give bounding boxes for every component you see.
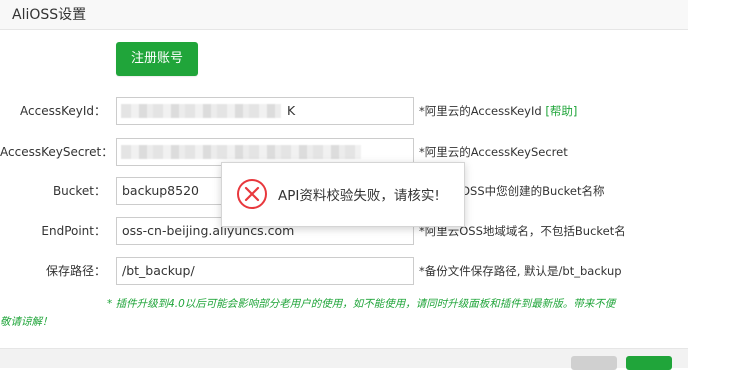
upgrade-notice: * 插件升级到4.0以后可能会影响部分老用户的使用，如不能使用，请同时升级面板和… (107, 298, 616, 310)
toast-message: API资料校验失败，请核实! (278, 188, 440, 204)
access-key-secret-label: AccessKeySecret： (0, 145, 114, 159)
save-button[interactable] (626, 356, 672, 370)
access-key-id-label: AccessKeyId： (20, 104, 106, 118)
register-account-button[interactable]: 注册账号 (116, 42, 198, 76)
error-toast: API资料校验失败，请核实! (221, 162, 465, 227)
upgrade-notice-cont: 敬请谅解！ (0, 316, 53, 328)
access-key-id-hint-text: *阿里云的AccessKeyId (419, 104, 542, 118)
access-key-id-hint: *阿里云的AccessKeyId [帮助] (419, 97, 577, 125)
error-circle-icon (237, 179, 267, 209)
save-path-hint: *备份文件保存路径, 默认是/bt_backup (419, 264, 622, 278)
bucket-label: Bucket： (52, 184, 106, 198)
dialog-titlebar[interactable]: AliOSS设置 (0, 0, 688, 30)
close-button[interactable] (571, 356, 617, 370)
access-key-id-input[interactable]: K (116, 97, 414, 125)
help-link[interactable]: [帮助] (545, 104, 577, 118)
access-key-id-tail: K (287, 103, 296, 118)
masked-value (121, 104, 281, 118)
endpoint-label: EndPoint： (41, 224, 106, 238)
save-path-input[interactable]: /bt_backup/ (116, 257, 414, 285)
dialog-title: AliOSS设置 (12, 7, 87, 23)
bucket-hint: OSS中您创建的Bucket名称 (461, 184, 605, 198)
save-path-label: 保存路径： (45, 264, 106, 278)
masked-value (121, 145, 361, 159)
background-overlay (688, 0, 741, 367)
